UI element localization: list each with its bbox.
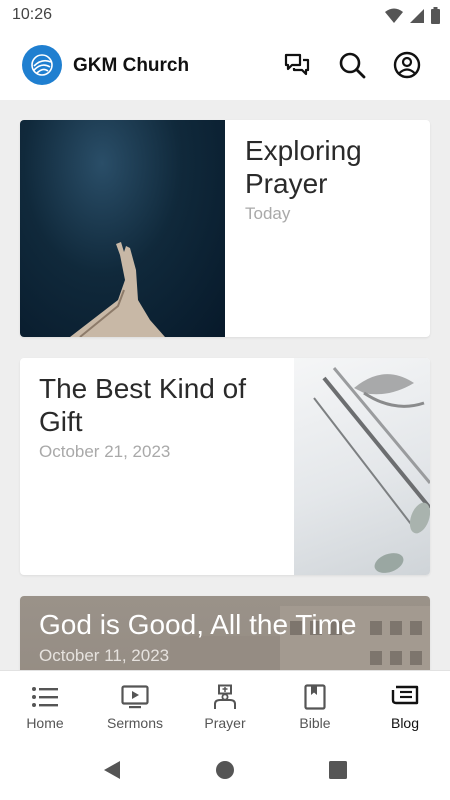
post-title: The Best Kind of Gift xyxy=(39,373,247,437)
blog-post-card[interactable]: God is Good, All the Time October 11, 20… xyxy=(20,596,430,670)
post-date: October 21, 2023 xyxy=(39,442,171,461)
status-icons xyxy=(385,7,440,24)
battery-icon xyxy=(431,7,440,24)
back-icon[interactable] xyxy=(102,760,122,780)
search-button[interactable] xyxy=(337,50,367,80)
search-icon xyxy=(339,52,366,79)
blog-post-card[interactable]: The Best Kind of Gift October 21, 2023 xyxy=(20,358,430,575)
recents-icon[interactable] xyxy=(328,760,348,780)
app-bar: GKM Church xyxy=(0,32,450,100)
status-bar: 10:26 xyxy=(0,0,450,32)
blog-icon xyxy=(390,683,420,711)
bible-icon xyxy=(300,683,330,711)
nav-label-home: Home xyxy=(26,715,64,731)
nav-label-prayer: Prayer xyxy=(204,715,246,731)
post-title: God is Good, All the Time xyxy=(39,609,357,640)
account-button[interactable] xyxy=(392,50,422,80)
chat-icon xyxy=(284,53,310,76)
church-logo xyxy=(22,45,62,85)
post-date: Today xyxy=(245,204,291,223)
nav-item-bible[interactable]: Bible xyxy=(270,671,360,741)
video-icon xyxy=(120,683,150,711)
post-image-hands xyxy=(20,120,225,337)
nav-item-prayer[interactable]: Prayer xyxy=(180,671,270,741)
post-date: October 11, 2023 xyxy=(39,646,170,665)
nav-label-bible: Bible xyxy=(299,715,331,731)
account-icon xyxy=(393,51,421,79)
nav-label-blog: Blog xyxy=(390,715,420,731)
wifi-icon xyxy=(385,8,403,23)
list-icon xyxy=(30,683,60,711)
globe-logo-icon xyxy=(31,54,53,76)
nav-item-blog[interactable]: Blog xyxy=(360,671,450,741)
prayer-icon xyxy=(210,683,240,711)
chat-button[interactable] xyxy=(282,50,312,80)
cellular-icon xyxy=(410,8,424,23)
status-time: 10:26 xyxy=(12,6,53,23)
app-title: GKM Church xyxy=(73,55,190,76)
home-circle-icon[interactable] xyxy=(215,760,235,780)
system-navigation-bar xyxy=(0,740,450,800)
bottom-navigation: Home Sermons Prayer Bible Blog xyxy=(0,670,450,740)
nav-label-sermons: Sermons xyxy=(106,715,164,731)
blog-post-card[interactable]: Exploring Prayer Today xyxy=(20,120,430,337)
post-title: Exploring Prayer xyxy=(245,135,362,199)
nav-item-sermons[interactable]: Sermons xyxy=(90,671,180,741)
blog-feed[interactable]: Exploring Prayer Today The Best Kind of … xyxy=(0,100,450,670)
post-image-gift xyxy=(294,358,430,575)
nav-item-home[interactable]: Home xyxy=(0,671,90,741)
